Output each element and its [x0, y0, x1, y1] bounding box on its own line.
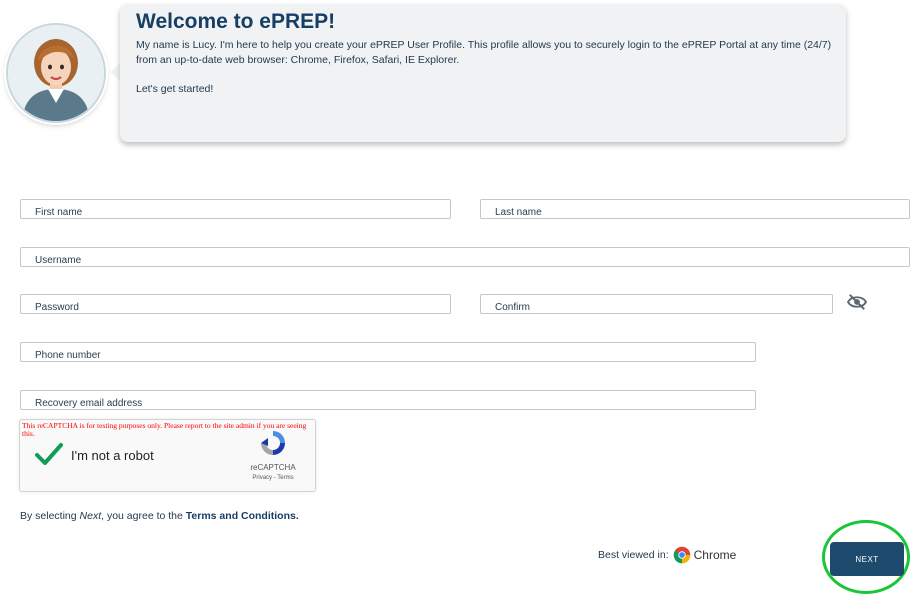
confirm-password-input[interactable]	[481, 295, 832, 313]
agreement-emphasis: Next	[79, 510, 102, 522]
recaptcha-brand: reCAPTCHA	[250, 463, 296, 472]
recaptcha-widget: This reCAPTCHA is for testing purposes o…	[19, 419, 316, 492]
lucy-avatar-icon	[6, 23, 106, 123]
welcome-title: Welcome to ePREP!	[136, 10, 336, 33]
first-name-input[interactable]	[21, 200, 450, 218]
welcome-cta: Let's get started!	[136, 83, 214, 95]
checkmark-icon[interactable]	[34, 442, 64, 466]
welcome-bubble: Welcome to ePREP! My name is Lucy. I'm h…	[120, 4, 846, 142]
phone-field[interactable]	[20, 342, 756, 362]
eye-slash-icon[interactable]	[846, 293, 868, 311]
phone-input[interactable]	[21, 343, 755, 361]
last-name-field[interactable]	[480, 199, 910, 219]
first-name-field[interactable]	[20, 199, 451, 219]
recovery-email-field[interactable]	[20, 390, 756, 410]
welcome-intro: My name is Lucy. I'm here to help you cr…	[136, 39, 832, 66]
username-field[interactable]	[20, 247, 910, 267]
recaptcha-logo-icon	[261, 431, 285, 455]
next-button[interactable]: NEXT	[830, 542, 904, 576]
password-field[interactable]	[20, 294, 451, 314]
terms-link[interactable]: Terms and Conditions.	[186, 510, 299, 522]
best-viewed-label: Best viewed in:	[598, 549, 669, 561]
recaptcha-label[interactable]: I'm not a robot	[71, 448, 154, 463]
terms-agreement: By selecting Next, you agree to the Term…	[20, 510, 299, 522]
confirm-password-field[interactable]	[480, 294, 833, 314]
password-input[interactable]	[21, 295, 450, 313]
last-name-input[interactable]	[481, 200, 909, 218]
username-input[interactable]	[21, 248, 909, 266]
recovery-email-input[interactable]	[21, 391, 755, 409]
recaptcha-links[interactable]: Privacy - Terms	[238, 475, 308, 481]
signup-page: Welcome to ePREP! My name is Lucy. I'm h…	[0, 0, 914, 598]
agreement-middle: , you agree to the	[101, 510, 186, 522]
chrome-icon	[673, 546, 690, 564]
browser-note: Best viewed in: Chrome	[598, 546, 736, 564]
browser-name: Chrome	[693, 548, 737, 562]
agreement-prefix: By selecting	[20, 510, 80, 522]
